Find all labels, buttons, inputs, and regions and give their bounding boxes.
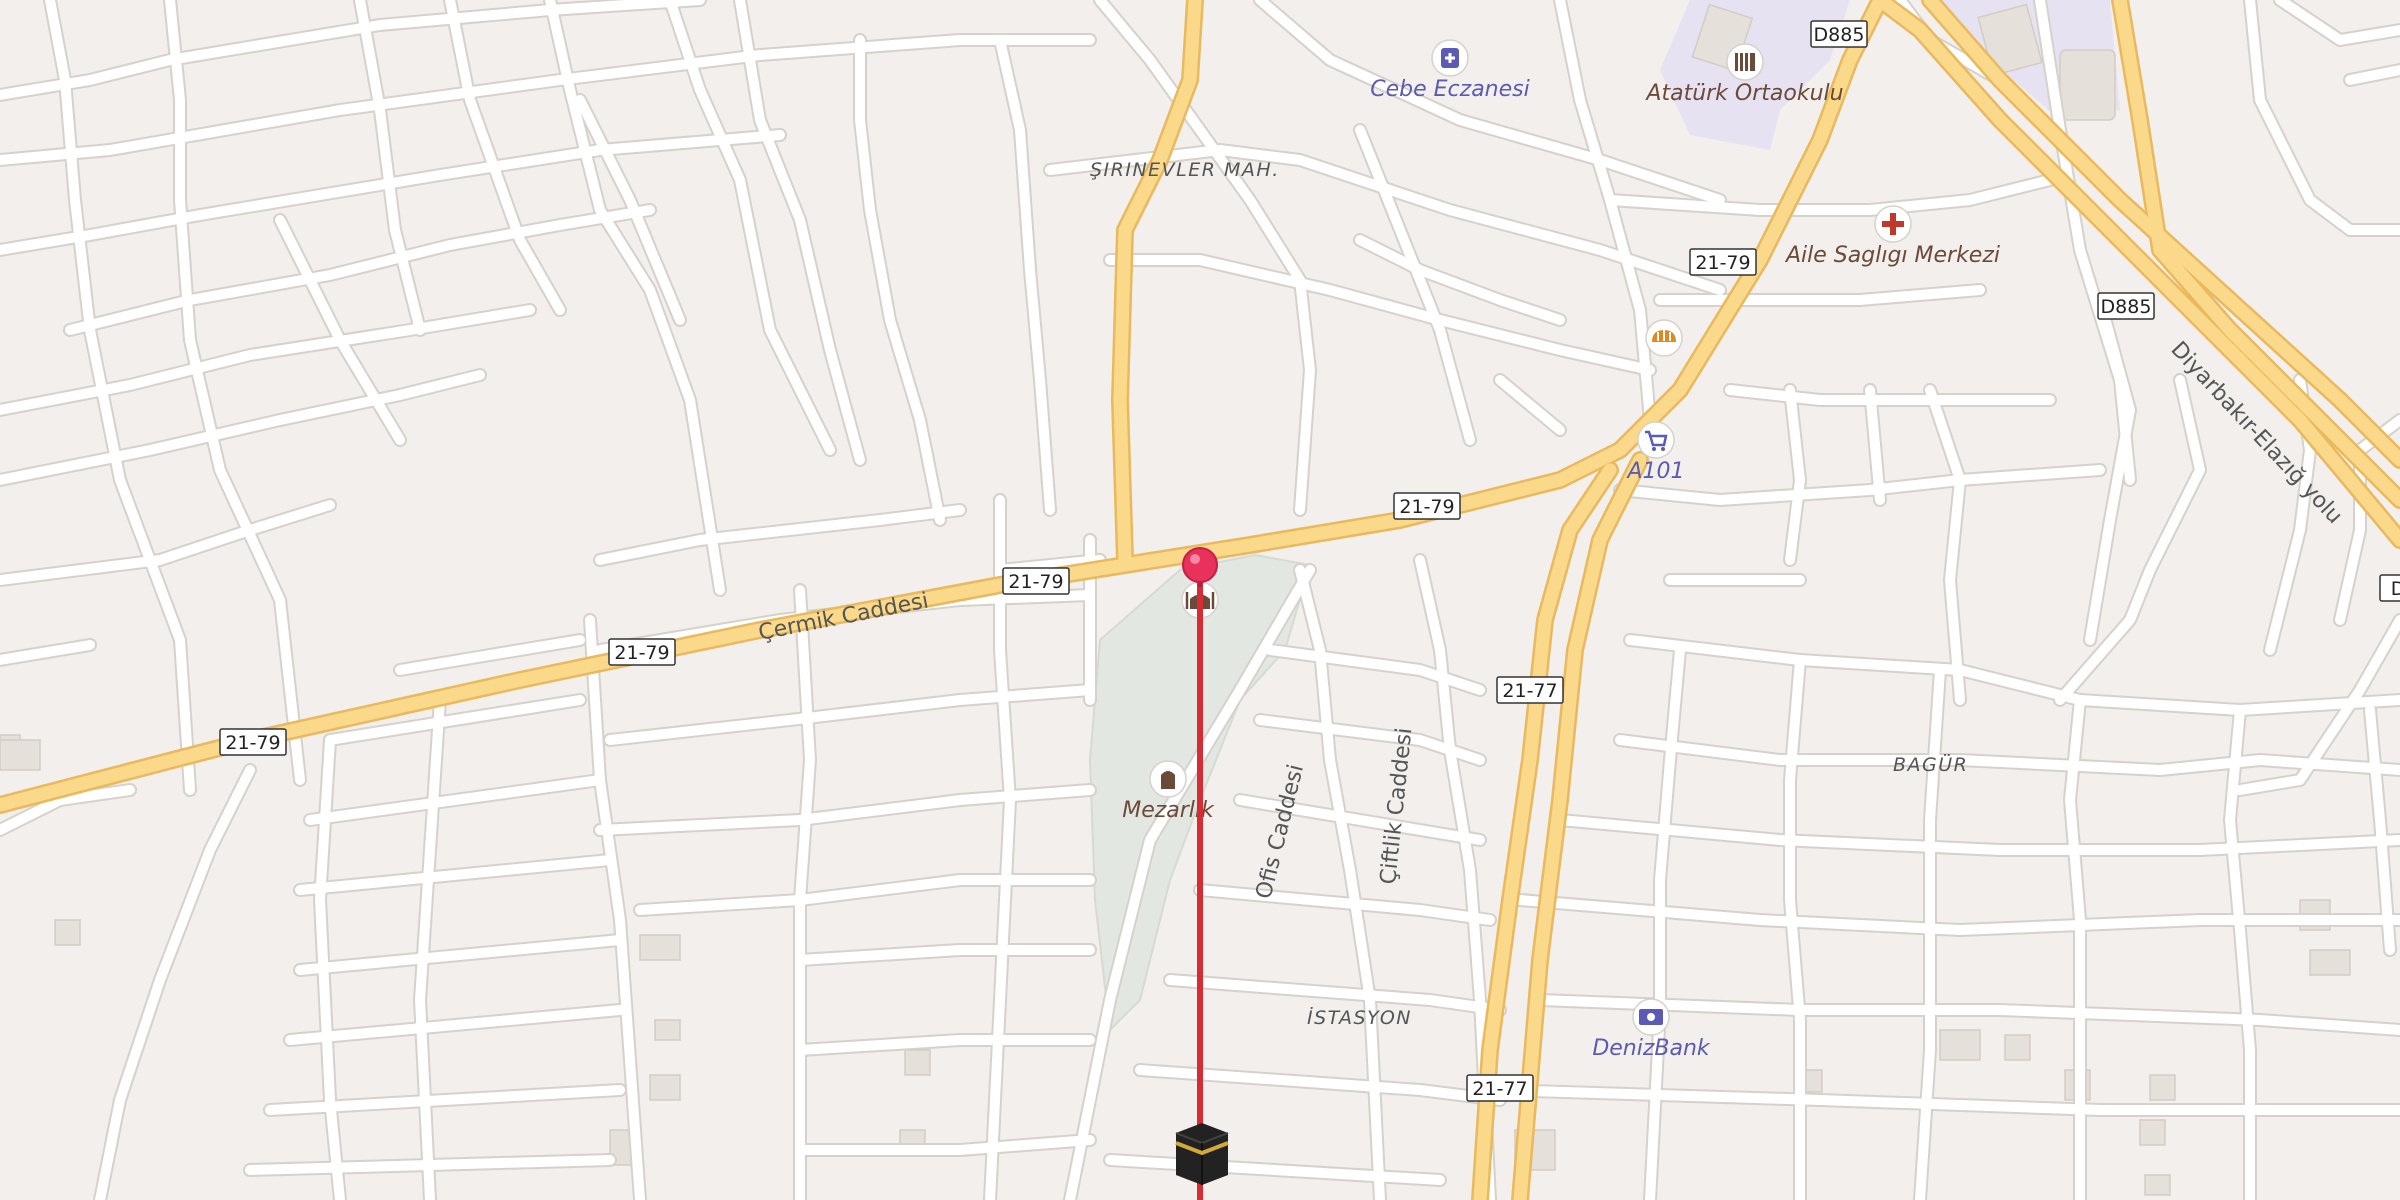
svg-text:21-79: 21-79 [1399,496,1454,518]
route-shield-21-79: 21-79 [608,638,676,666]
poi-label: A101 [1625,459,1684,484]
route-shield-d885: D885 [1810,20,1868,48]
poi-label: DenizBank [1592,1036,1711,1061]
map-canvas[interactable]: Çermik Caddesi Ofis Caddesi Çiftlik Cadd… [0,0,2400,1200]
route-shield-21-79: 21-79 [1393,492,1461,520]
poi-label: Atatürk Ortaokulu [1644,81,1843,106]
svg-text:21-77: 21-77 [1472,1078,1527,1100]
svg-text:D885: D885 [2101,296,2152,318]
svg-text:21-77: 21-77 [1502,680,1557,702]
poi-bakery[interactable] [1645,319,1683,357]
district-label-bagur: BAGÜR [1893,753,1968,776]
route-shield-21-79: 21-79 [219,728,287,756]
svg-text:D: D [2391,578,2400,600]
route-shield-d: D [2379,574,2400,602]
svg-text:21-79: 21-79 [1695,252,1750,274]
svg-text:21-79: 21-79 [225,732,280,754]
district-label-istasyon: İSTASYON [1307,1006,1412,1029]
svg-text:21-79: 21-79 [614,642,669,664]
route-shield-21-77: 21-77 [1496,676,1564,704]
shopping-cart-icon [1637,421,1675,459]
route-shield-21-79: 21-79 [1689,248,1757,276]
district-label-sirinevler: ŞIRINEVLER MAH. [1090,159,1280,181]
poi-label: Aile Saglıgı Merkezi [1784,243,2000,268]
poi-label: Cebe Eczanesi [1370,77,1529,102]
svg-text:21-79: 21-79 [1008,571,1063,593]
route-shield-21-79: 21-79 [1002,567,1070,595]
route-shield-d885: D885 [2097,292,2155,320]
kaaba-icon[interactable] [1175,1123,1229,1185]
svg-text:D885: D885 [1814,24,1865,46]
route-shield-21-77: 21-77 [1466,1074,1534,1102]
